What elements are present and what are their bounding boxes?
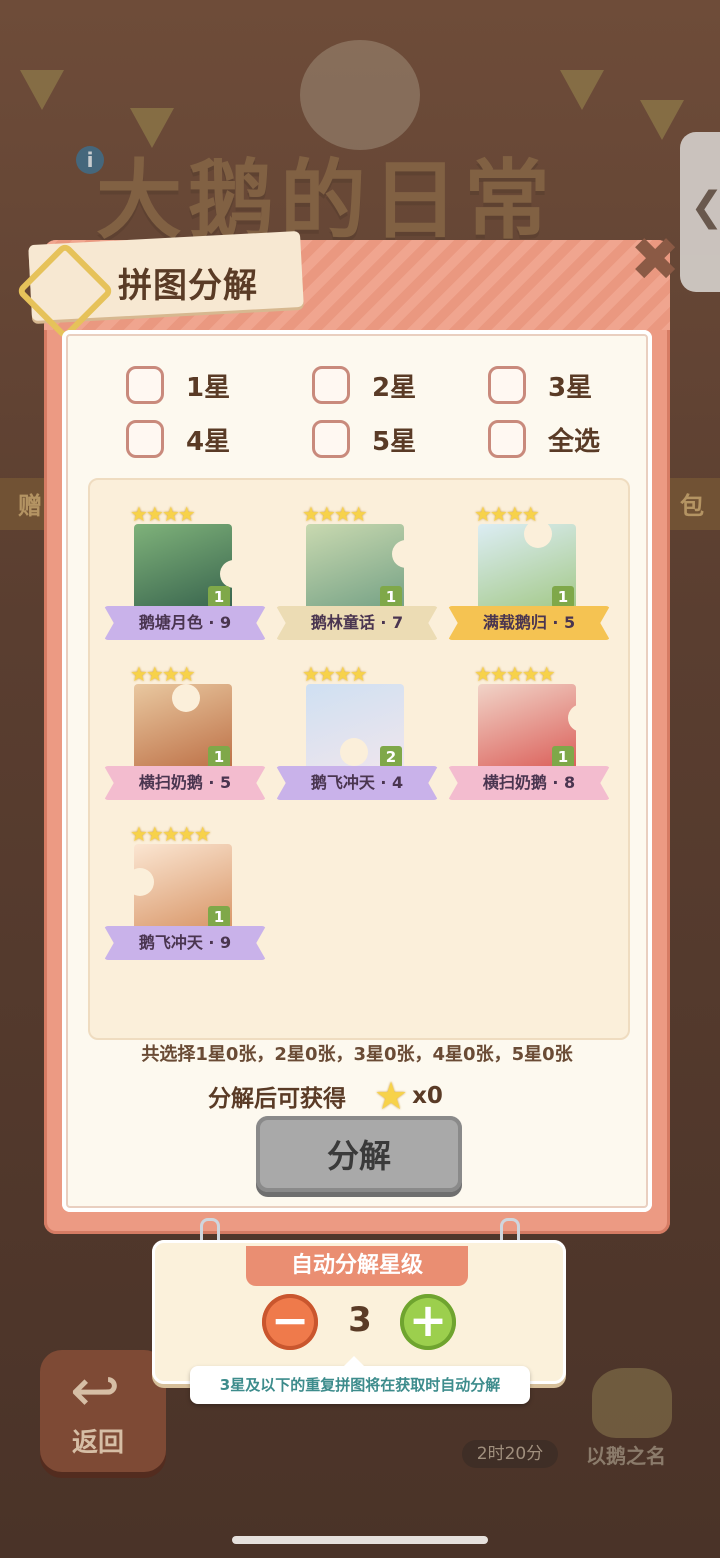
puzzle-name: 满载鹅归 · 5 xyxy=(448,606,610,640)
bunting-flag xyxy=(20,70,64,110)
puzzle-notch xyxy=(340,738,368,766)
filter-1-star[interactable]: 1星 xyxy=(126,366,230,404)
puzzle-notch xyxy=(126,868,154,896)
reward-row: 分解后可获得 ★ x0 xyxy=(208,1074,443,1118)
checkbox[interactable] xyxy=(126,420,164,458)
puzzle-notch xyxy=(392,540,420,568)
star-icon: ★ xyxy=(374,1074,409,1118)
filter-label: 全选 xyxy=(548,426,601,457)
star-rating: ★★★★ xyxy=(474,502,540,526)
puzzle-card[interactable]: ★★★★ 1 鹅林童话 · 7 xyxy=(272,500,442,650)
puzzle-name: 鹅林童话 · 7 xyxy=(276,606,438,640)
puzzle-notch xyxy=(568,704,596,732)
star-rating: ★★★★ xyxy=(130,662,196,686)
piece-count-badge: 1 xyxy=(208,906,230,928)
back-button[interactable]: ↩ 返回 xyxy=(40,1350,166,1472)
puzzle-card[interactable]: ★★★★ 1 满载鹅归 · 5 xyxy=(444,500,614,650)
star-rating: ★★★★ xyxy=(130,502,196,526)
puzzle-name: 鹅飞冲天 · 4 xyxy=(276,766,438,800)
back-arrow-icon: ↩ xyxy=(70,1356,121,1426)
filter-select-all[interactable]: 全选 xyxy=(488,420,600,458)
filter-label: 2星 xyxy=(372,372,417,403)
piece-count-badge: 1 xyxy=(380,586,402,608)
info-icon[interactable]: i xyxy=(76,146,104,174)
piece-count-badge: 2 xyxy=(380,746,402,768)
puzzle-card[interactable]: ★★★★ 2 鹅飞冲天 · 4 xyxy=(272,660,442,810)
puzzle-name: 鹅飞冲天 · 9 xyxy=(104,926,266,960)
puzzle-name: 横扫奶鹅 · 5 xyxy=(104,766,266,800)
filter-label: 4星 xyxy=(186,426,231,457)
bar-left-text: 赠 xyxy=(18,492,42,520)
star-rating: ★★★★ xyxy=(302,502,368,526)
star-rating: ★★★★★ xyxy=(474,662,556,686)
puzzle-card[interactable]: ★★★★★ 1 鹅飞冲天 · 9 xyxy=(100,820,270,970)
auto-decompose-hint: 3星及以下的重复拼图将在获取时自动分解 xyxy=(190,1356,530,1404)
puzzle-name: 鹅塘月色 · 9 xyxy=(104,606,266,640)
filter-3-star[interactable]: 3星 xyxy=(488,366,592,404)
filter-5-star[interactable]: 5星 xyxy=(312,420,416,458)
home-indicator[interactable] xyxy=(232,1536,488,1544)
auto-level-value: 3 xyxy=(348,1300,372,1340)
puzzle-card[interactable]: ★★★★ 1 鹅塘月色 · 9 xyxy=(100,500,270,650)
chevron-left-icon: ❮ xyxy=(690,184,720,230)
checkbox[interactable] xyxy=(488,420,526,458)
side-drawer-tab[interactable]: ❮ xyxy=(680,132,720,292)
piece-count-badge: 1 xyxy=(208,586,230,608)
star-rating: ★★★★★ xyxy=(130,822,212,846)
filter-label: 1星 xyxy=(186,372,231,403)
panel-title: 拼图分解 xyxy=(118,266,258,306)
close-button[interactable]: ✖ xyxy=(630,230,680,290)
bunting-flag xyxy=(560,70,604,110)
auto-decompose-title: 自动分解星级 xyxy=(246,1246,468,1286)
checkbox[interactable] xyxy=(312,420,350,458)
increase-level-button[interactable]: + xyxy=(400,1294,456,1350)
filter-label: 3星 xyxy=(548,372,593,403)
reward-amount: x0 xyxy=(412,1083,443,1109)
game-title: 大鹅的日常 xyxy=(96,151,556,251)
puzzle-notch xyxy=(172,684,200,712)
checkbox[interactable] xyxy=(488,366,526,404)
star-rating: ★★★★ xyxy=(302,662,368,686)
name-label: 以鹅之名 xyxy=(586,1444,666,1468)
selection-summary: 共选择1星0张，2星0张，3星0张，4星0张，5星0张 xyxy=(141,1044,573,1065)
filter-label: 5星 xyxy=(372,426,417,457)
reward-label: 分解后可获得 xyxy=(208,1086,346,1112)
timer-badge: 2时20分 xyxy=(462,1440,558,1468)
puzzle-name: 横扫奶鹅 · 8 xyxy=(448,766,610,800)
checkbox[interactable] xyxy=(312,366,350,404)
filter-4-star[interactable]: 4星 xyxy=(126,420,230,458)
duck-illustration xyxy=(592,1368,672,1438)
puzzle-card[interactable]: ★★★★ 1 横扫奶鹅 · 5 xyxy=(100,660,270,810)
checkbox[interactable] xyxy=(126,366,164,404)
piece-count-badge: 1 xyxy=(552,746,574,768)
bunting-flag xyxy=(640,100,684,140)
filter-2-star[interactable]: 2星 xyxy=(312,366,416,404)
puzzle-card[interactable]: ★★★★★ 1 横扫奶鹅 · 8 xyxy=(444,660,614,810)
bar-right-text: 包 xyxy=(680,492,704,520)
decrease-level-button[interactable]: − xyxy=(262,1294,318,1350)
piece-count-badge: 1 xyxy=(208,746,230,768)
back-label: 返回 xyxy=(72,1428,125,1458)
piece-count-badge: 1 xyxy=(552,586,574,608)
puzzle-notch xyxy=(220,560,248,588)
decompose-button[interactable]: 分解 xyxy=(256,1116,462,1192)
